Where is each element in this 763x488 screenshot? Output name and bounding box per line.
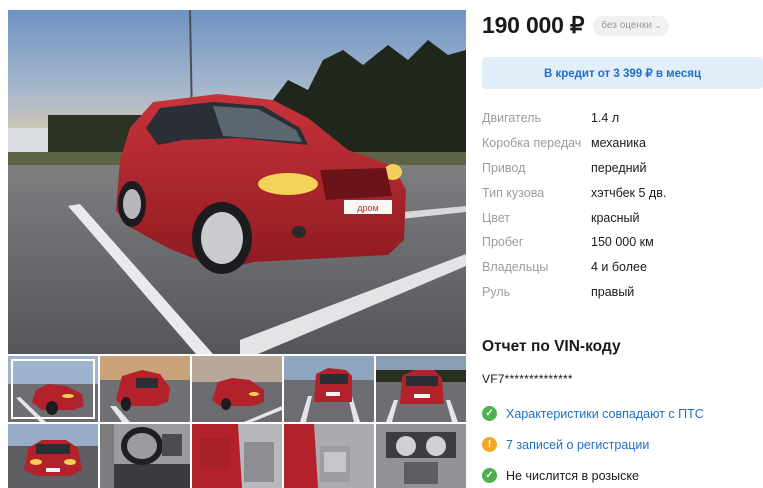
thumbnail-9[interactable]	[284, 424, 374, 488]
spec-value: красный	[591, 210, 640, 225]
thumbnail-5[interactable]	[376, 356, 466, 422]
spec-label: Тип кузова	[482, 185, 545, 200]
spec-label: Цвет	[482, 210, 511, 225]
check-circle-icon: ✓	[482, 406, 497, 421]
chevron-down-icon: ⌄	[654, 21, 662, 30]
spec-value: передний	[591, 160, 647, 175]
spec-label: Пробег	[482, 235, 524, 250]
spec-value: правый	[591, 284, 635, 299]
listing-info-panel: 190 000 ₽ без оценки ⌄ В кредит от 3 399…	[482, 0, 763, 488]
price: 190 000 ₽	[482, 12, 585, 38]
vin-code: VF7**************	[482, 372, 573, 386]
thumbnail-4[interactable]	[284, 356, 374, 422]
spec-label: Владельцы	[482, 260, 549, 275]
spec-value: механика	[591, 136, 646, 151]
vin-check-link[interactable]: 7 записей о регистрации	[506, 438, 649, 452]
spec-label: Привод	[482, 160, 526, 175]
vin-check-registrations: ! 7 записей о регистрации	[482, 429, 763, 460]
spec-row-drive: Привод передний	[482, 156, 763, 181]
vin-check-text: Не числится в розыске	[506, 468, 639, 483]
car-photo-front-left: дром	[8, 10, 466, 354]
spec-row-steering: Руль правый	[482, 280, 763, 305]
spec-label: Двигатель	[482, 111, 541, 126]
exclamation-circle-icon: !	[482, 437, 497, 452]
vin-check-wanted: ✓ Не числится в розыске	[482, 460, 763, 488]
spec-row-transmission: Коробка передач механика	[482, 131, 763, 156]
check-circle-icon: ✓	[482, 468, 497, 483]
plate-text: дром	[357, 203, 378, 213]
spec-value: 4 и более	[591, 260, 647, 275]
thumbnail-1[interactable]	[8, 356, 98, 422]
spec-row-mileage: Пробег 150 000 км	[482, 230, 763, 255]
vin-report-title: Отчет по VIN-коду	[482, 338, 621, 355]
spec-row-color: Цвет красный	[482, 205, 763, 230]
price-rating-badge[interactable]: без оценки ⌄	[593, 15, 669, 36]
spec-row-owners: Владельцы 4 и более	[482, 255, 763, 280]
main-photo[interactable]: дром	[8, 10, 466, 354]
spec-value: 150 000 км	[591, 235, 654, 250]
spec-value: хэтчбек 5 дв.	[591, 185, 667, 200]
vin-checks-list: ✓ Характеристики совпадают с ПТС ! 7 зап…	[482, 398, 763, 488]
credit-label: В кредит от 3 399 ₽ в месяц	[543, 68, 702, 80]
spec-value: 1.4 л	[591, 111, 620, 126]
spec-row-body-type: Тип кузова хэтчбек 5 дв.	[482, 180, 763, 205]
thumbnail-2[interactable]	[100, 356, 190, 422]
spec-row-engine: Двигатель 1.4 л	[482, 106, 763, 131]
vin-check-link[interactable]: Характеристики совпадают с ПТС	[506, 407, 704, 421]
vin-check-pts-match: ✓ Характеристики совпадают с ПТС	[482, 398, 763, 429]
credit-button[interactable]: В кредит от 3 399 ₽ в месяц	[482, 57, 763, 89]
price-rating-label: без оценки	[601, 20, 652, 31]
spec-label: Руль	[482, 284, 511, 299]
thumbnail-8[interactable]	[192, 424, 282, 488]
thumbnail-strip	[8, 356, 466, 488]
thumbnail-10[interactable]	[376, 424, 466, 488]
thumbnail-7[interactable]	[100, 424, 190, 488]
price-row: 190 000 ₽ без оценки ⌄	[482, 12, 669, 39]
thumbnail-3[interactable]	[192, 356, 282, 422]
thumbnail-6[interactable]	[8, 424, 98, 488]
specs-table: Двигатель 1.4 л Коробка передач механика…	[482, 106, 763, 304]
spec-label: Коробка передач	[482, 136, 582, 151]
